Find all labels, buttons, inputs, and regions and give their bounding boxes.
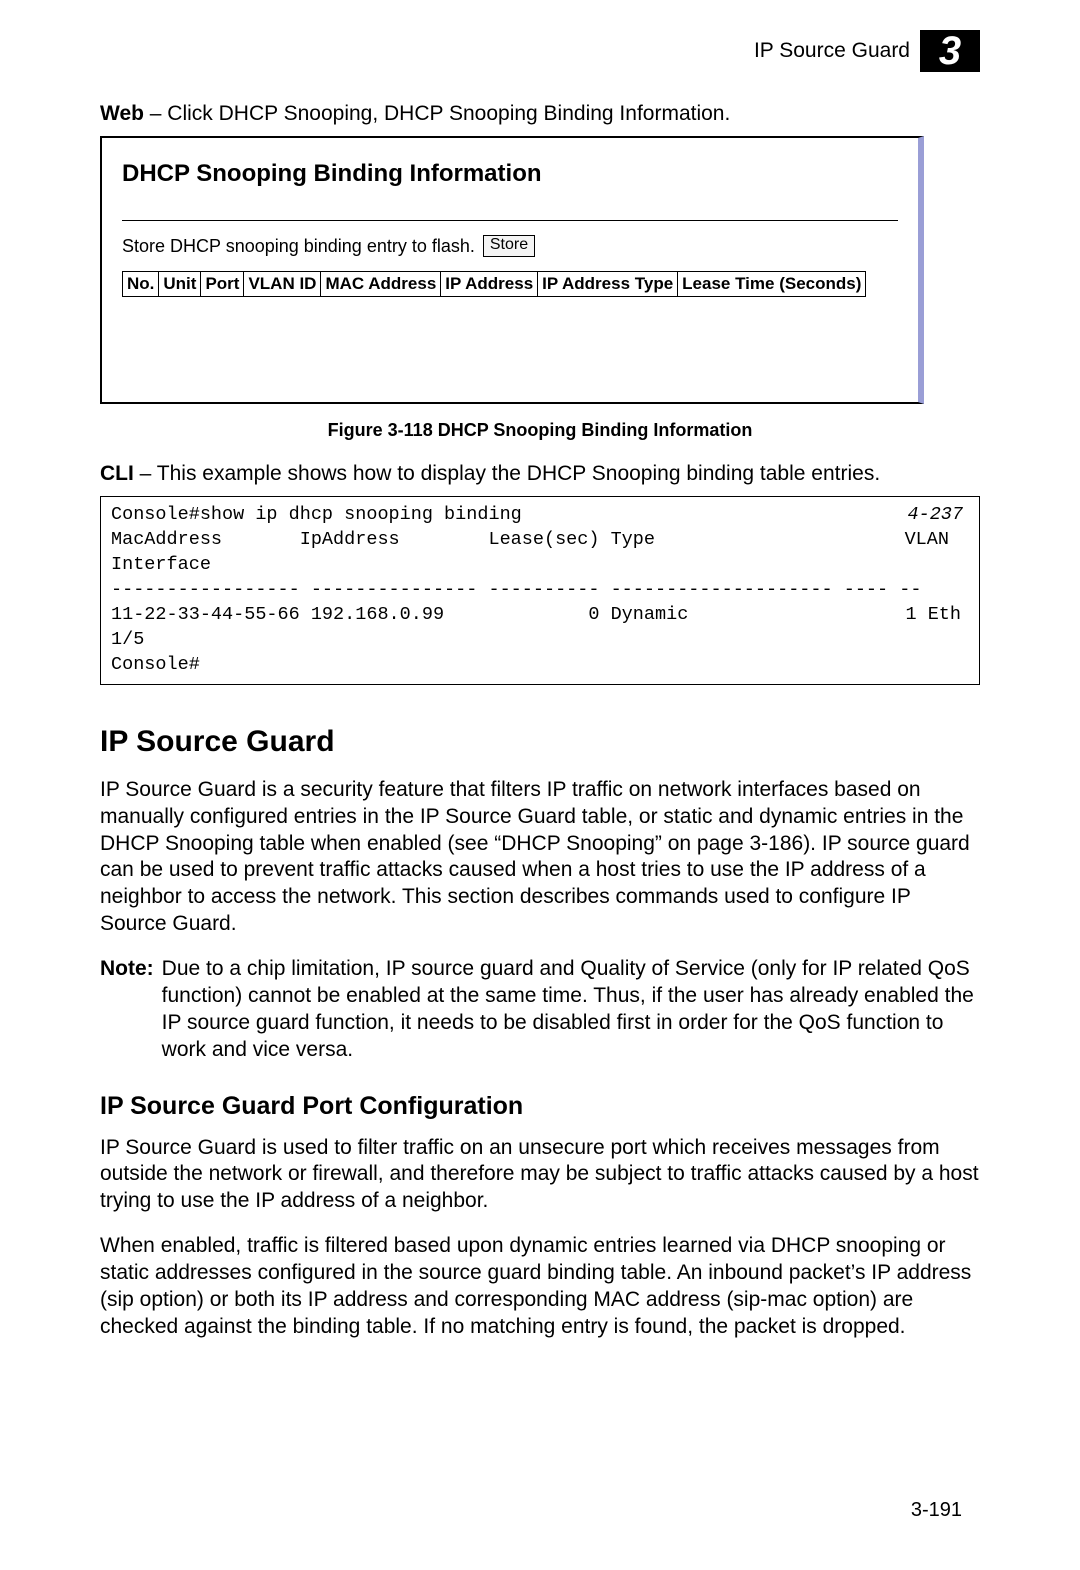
console-output: 4-237VLAN 1 Eth Console#show ip dhcp snoop… — [100, 496, 980, 685]
console-line: MacAddress IpAddress Lease(sec) Type — [111, 529, 655, 550]
console-line: ----------------- --------------- ------… — [111, 579, 921, 600]
chapter-badge: 3 — [920, 30, 980, 72]
table-header-row: No. Unit Port VLAN ID MAC Address IP Add… — [123, 272, 866, 297]
console-line: Console#show ip dhcp snooping binding — [111, 504, 522, 525]
note-text: Due to a chip limitation, IP source guar… — [162, 956, 980, 1064]
col-mac: MAC Address — [321, 272, 441, 297]
col-vlan: VLAN ID — [244, 272, 321, 297]
console-line: 1/5 — [111, 629, 144, 650]
header-title: IP Source Guard — [754, 39, 910, 63]
store-button[interactable]: Store — [483, 235, 535, 257]
col-lease: Lease Time (Seconds) — [678, 272, 866, 297]
console-line: Interface — [111, 554, 211, 575]
binding-table: No. Unit Port VLAN ID MAC Address IP Add… — [122, 271, 866, 297]
web-label: Web — [100, 102, 144, 125]
cli-label: CLI — [100, 462, 134, 485]
section-heading: IP Source Guard — [100, 725, 980, 759]
figure-divider — [122, 220, 898, 221]
subsection-paragraph: When enabled, traffic is filtered based … — [100, 1233, 980, 1341]
page: IP Source Guard 3 Web – Click DHCP Snoop… — [0, 0, 1080, 1570]
cli-text: – This example shows how to display the … — [134, 462, 880, 485]
col-port: Port — [201, 272, 244, 297]
figure-panel: DHCP Snooping Binding Information Store … — [100, 136, 924, 404]
store-text: Store DHCP snooping binding entry to fla… — [122, 236, 475, 257]
web-text: – Click DHCP Snooping, DHCP Snooping Bin… — [144, 102, 730, 125]
col-ip: IP Address — [441, 272, 538, 297]
subsection-paragraph: IP Source Guard is used to filter traffi… — [100, 1135, 980, 1216]
web-instruction: Web – Click DHCP Snooping, DHCP Snooping… — [100, 102, 980, 126]
console-vlan-col: VLAN — [905, 528, 949, 553]
console-eth-col: 1 Eth — [905, 603, 961, 628]
page-header: IP Source Guard 3 — [100, 30, 980, 72]
note-label: Note: — [100, 956, 154, 1064]
subsection-heading: IP Source Guard Port Configuration — [100, 1092, 980, 1121]
console-line: 11-22-33-44-55-66 192.168.0.99 0 Dynamic — [111, 604, 688, 625]
cli-instruction: CLI – This example shows how to display … — [100, 462, 980, 486]
col-no: No. — [123, 272, 159, 297]
figure-caption: Figure 3-118 DHCP Snooping Binding Infor… — [100, 420, 980, 441]
store-row: Store DHCP snooping binding entry to fla… — [122, 235, 898, 257]
col-unit: Unit — [159, 272, 201, 297]
col-iptype: IP Address Type — [538, 272, 678, 297]
section-paragraph: IP Source Guard is a security feature th… — [100, 777, 980, 938]
chapter-number: 3 — [939, 31, 961, 71]
figure-panel-title: DHCP Snooping Binding Information — [122, 160, 898, 188]
page-number: 3-191 — [911, 1499, 962, 1522]
console-page-ref: 4-237 — [907, 503, 963, 528]
console-line: Console# — [111, 654, 200, 675]
note-block: Note: Due to a chip limitation, IP sourc… — [100, 956, 980, 1064]
